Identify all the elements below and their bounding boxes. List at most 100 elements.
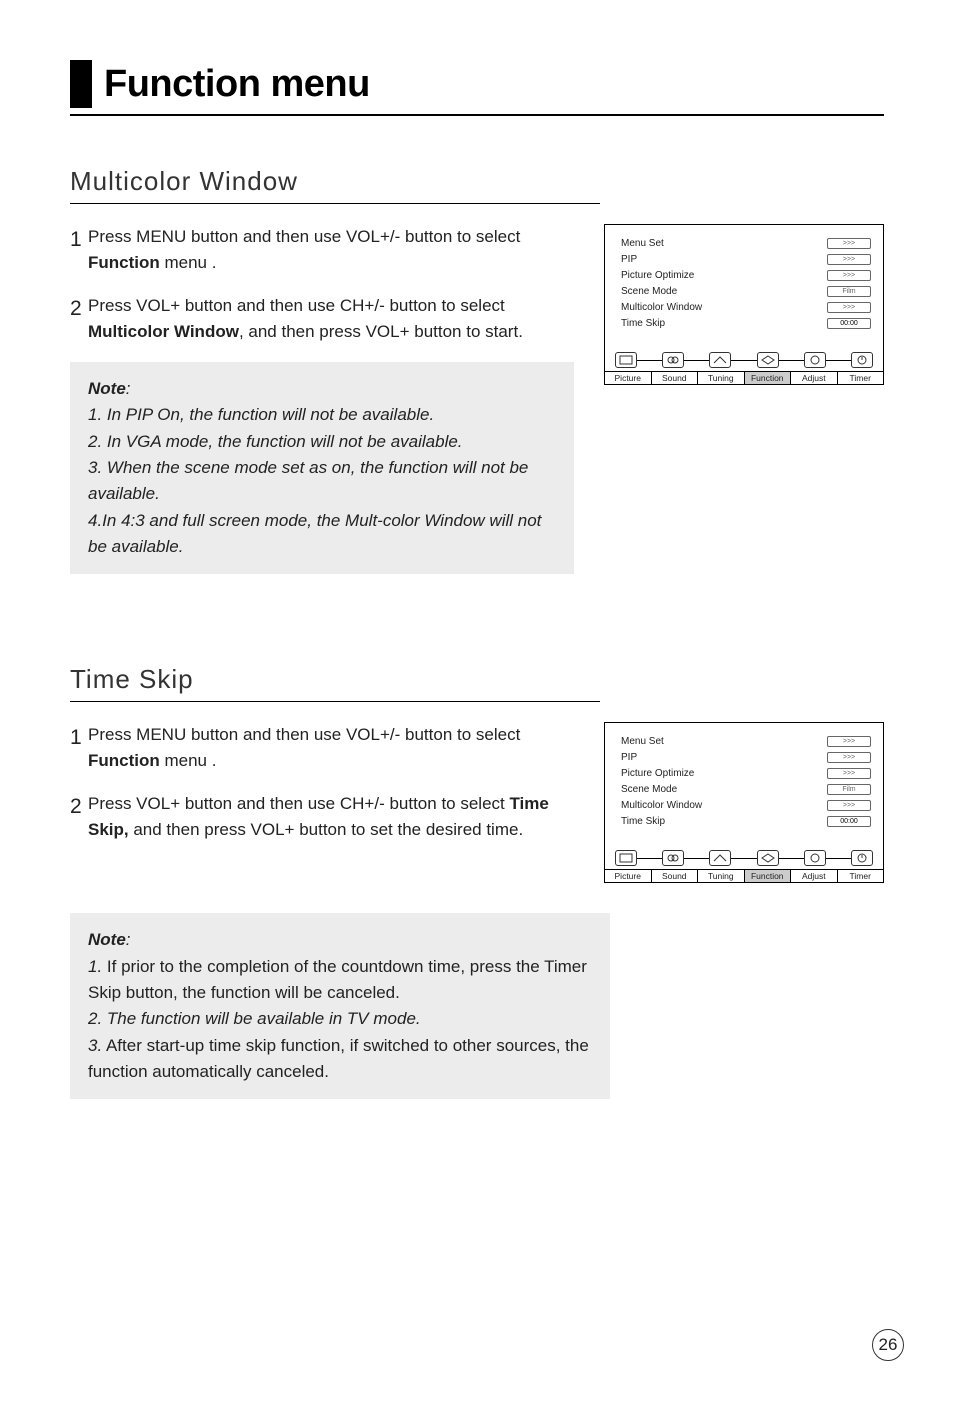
step-text-bold: Function (88, 253, 160, 272)
sound-icon (662, 850, 684, 866)
function-icon (757, 850, 779, 866)
instructions-column: 1 Press MENU button and then use VOL+/- … (70, 722, 574, 860)
note-header: Note: (88, 376, 556, 402)
timer-icon (851, 850, 873, 866)
page-title: Function menu (104, 63, 370, 106)
timer-icon (851, 352, 873, 368)
osd-tab-timer: Timer (838, 870, 884, 882)
manual-page: Function menu Multicolor Window 1 Press … (0, 0, 954, 1401)
osd-row-menu-set: Menu Set>>> (621, 733, 871, 749)
osd-row-pip: PIP>>> (621, 749, 871, 765)
note-label: Note (88, 379, 126, 398)
osd-row-picture-optimize: Picture Optimize>>> (621, 765, 871, 781)
step-text-c: menu . (160, 751, 217, 770)
note-line-3: 3. After start-up time skip function, if… (88, 1033, 592, 1086)
step-text-a: Press VOL+ button and then use CH+/- but… (88, 794, 509, 813)
step-2: 2 Press VOL+ button and then use CH+/- b… (70, 293, 574, 344)
title-marker (70, 60, 92, 108)
section-row: 1 Press MENU button and then use VOL+/- … (70, 224, 884, 574)
osd-tab-sound: Sound (652, 870, 699, 882)
osd-tab-function: Function (745, 372, 792, 384)
osd-menu-list: Menu Set>>> PIP>>> Picture Optimize>>> S… (605, 225, 883, 347)
step-text: Press VOL+ button and then use CH+/- but… (88, 791, 574, 842)
osd-tab-adjust: Adjust (791, 870, 838, 882)
step-1: 1 Press MENU button and then use VOL+/- … (70, 224, 574, 275)
osd-icon-bar (605, 347, 883, 371)
osd-column: Menu Set>>> PIP>>> Picture Optimize>>> S… (574, 224, 884, 385)
osd-diagram-2: Menu Set>>> PIP>>> Picture Optimize>>> S… (604, 722, 884, 883)
osd-row-time-skip: Time Skip00:00 (621, 315, 871, 331)
section-multicolor-window: Multicolor Window 1 Press MENU button an… (70, 166, 884, 574)
tuning-icon (709, 850, 731, 866)
section-underline (70, 203, 600, 204)
step-text: Press VOL+ button and then use CH+/- but… (88, 293, 574, 344)
note-line-1: 1. In PIP On, the function will not be a… (88, 402, 556, 428)
note-line-2: 2. The function will be available in TV … (88, 1006, 592, 1032)
osd-row-menu-set: Menu Set>>> (621, 235, 871, 251)
step-text-a: Press MENU button and then use VOL+/- bu… (88, 227, 520, 246)
step-text-a: Press MENU button and then use VOL+/- bu… (88, 725, 520, 744)
osd-row-pip: PIP>>> (621, 251, 871, 267)
step-number: 2 (70, 293, 88, 344)
step-number: 1 (70, 224, 88, 275)
osd-tab-tuning: Tuning (698, 372, 745, 384)
osd-tab-tuning: Tuning (698, 870, 745, 882)
step-text-c: , and then press VOL+ button to start. (239, 322, 523, 341)
osd-row-multicolor-window: Multicolor Window>>> (621, 797, 871, 813)
function-icon (757, 352, 779, 368)
osd-menu-list: Menu Set>>> PIP>>> Picture Optimize>>> S… (605, 723, 883, 845)
step-1: 1 Press MENU button and then use VOL+/- … (70, 722, 574, 773)
section-row: 1 Press MENU button and then use VOL+/- … (70, 722, 884, 883)
instructions-column: 1 Press MENU button and then use VOL+/- … (70, 224, 574, 574)
adjust-icon (804, 850, 826, 866)
osd-column: Menu Set>>> PIP>>> Picture Optimize>>> S… (574, 722, 884, 883)
note-label: Note (88, 930, 126, 949)
osd-tab-function: Function (745, 870, 792, 882)
osd-tab-picture: Picture (605, 870, 652, 882)
osd-tab-sound: Sound (652, 372, 699, 384)
step-2: 2 Press VOL+ button and then use CH+/- b… (70, 791, 574, 842)
picture-icon (615, 352, 637, 368)
osd-row-multicolor-window: Multicolor Window>>> (621, 299, 871, 315)
title-underline (70, 114, 884, 116)
osd-tab-timer: Timer (838, 372, 884, 384)
note-box: Note: 1. In PIP On, the function will no… (70, 362, 574, 574)
adjust-icon (804, 352, 826, 368)
step-number: 1 (70, 722, 88, 773)
section-heading: Time Skip (70, 664, 884, 695)
page-title-bar: Function menu (70, 60, 884, 108)
step-text-bold: Function (88, 751, 160, 770)
tuning-icon (709, 352, 731, 368)
sound-icon (662, 352, 684, 368)
note-colon: : (126, 930, 131, 949)
osd-icon-bar (605, 845, 883, 869)
step-number: 2 (70, 791, 88, 842)
section-time-skip: Time Skip 1 Press MENU button and then u… (70, 664, 884, 1099)
section-underline (70, 701, 600, 702)
step-text: Press MENU button and then use VOL+/- bu… (88, 722, 574, 773)
osd-tab-adjust: Adjust (791, 372, 838, 384)
page-number: 26 (872, 1329, 904, 1361)
osd-tab-picture: Picture (605, 372, 652, 384)
osd-tab-bar: Picture Sound Tuning Function Adjust Tim… (605, 371, 883, 384)
note-box: Note: 1. If prior to the completion of t… (70, 913, 610, 1099)
step-text-c: menu . (160, 253, 217, 272)
note-line-3: 3. When the scene mode set as on, the fu… (88, 455, 556, 508)
osd-diagram-1: Menu Set>>> PIP>>> Picture Optimize>>> S… (604, 224, 884, 385)
step-text-c: and then press VOL+ button to set the de… (129, 820, 524, 839)
osd-row-scene-mode: Scene ModeFilm (621, 283, 871, 299)
note-line-1: 1. If prior to the completion of the cou… (88, 954, 592, 1007)
note-line-2: 2. In VGA mode, the function will not be… (88, 429, 556, 455)
osd-row-scene-mode: Scene ModeFilm (621, 781, 871, 797)
picture-icon (615, 850, 637, 866)
step-text-a: Press VOL+ button and then use CH+/- but… (88, 296, 505, 315)
osd-row-picture-optimize: Picture Optimize>>> (621, 267, 871, 283)
note-colon: : (126, 379, 131, 398)
step-text: Press MENU button and then use VOL+/- bu… (88, 224, 574, 275)
note-header: Note: (88, 927, 592, 953)
osd-tab-bar: Picture Sound Tuning Function Adjust Tim… (605, 869, 883, 882)
section-heading: Multicolor Window (70, 166, 884, 197)
step-text-bold: Multicolor Window (88, 322, 239, 341)
osd-row-time-skip: Time Skip00:00 (621, 813, 871, 829)
note-line-4: 4.In 4:3 and full screen mode, the Mult-… (88, 508, 556, 561)
